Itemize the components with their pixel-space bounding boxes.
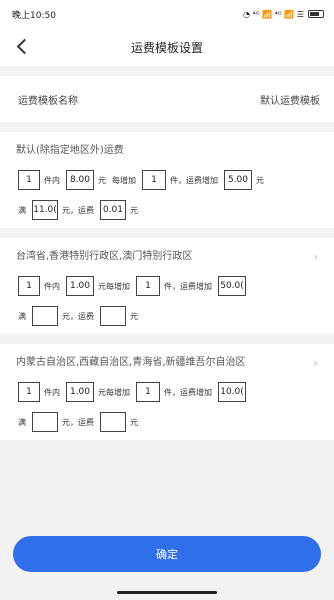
region-header: 默认(除指定地区外)运费	[16, 142, 322, 160]
fee-rule-line: 1 件内 1.00 元每增加 1 件，运费增加 50.0(	[16, 276, 322, 296]
yuan-label: 元	[98, 175, 106, 185]
fee-rule-line: 1 件内 1.00 元每增加 1 件，运费增加 10.0(	[16, 382, 322, 402]
add-qty-input[interactable]: 1	[142, 170, 166, 190]
confirm-bar: 确定	[0, 536, 334, 572]
status-icons: ◔ ⁴ᴳ 📶 ⁴ᴳ 📶 ☰	[243, 10, 324, 19]
free-rule-line: 满 元，运费 元	[16, 306, 322, 326]
free-rule-line: 满 元，运费 元	[16, 412, 322, 432]
first-qty-input[interactable]: 1	[18, 382, 40, 402]
yuan-label: 元	[130, 311, 138, 321]
region-title: 内蒙古自治区,西藏自治区,青海省,新疆维吾尔自治区	[16, 357, 246, 368]
threshold-input[interactable]: 11.0(	[32, 200, 58, 220]
piece-fee-add-label: 件，运费增加	[164, 281, 212, 291]
each-add-label: 元每增加	[98, 281, 130, 291]
each-add-label: 每增加	[112, 175, 136, 185]
nav-bar: 运费模板设置	[0, 28, 334, 66]
reduced-fee-input[interactable]	[100, 306, 126, 326]
add-qty-input[interactable]: 1	[136, 276, 160, 296]
signal-icons: ◔ ⁴ᴳ 📶 ⁴ᴳ 📶 ☰	[242, 9, 304, 19]
region-card[interactable]: 台湾省,香港特别行政区,澳门特别行政区 › 1 件内 1.00 元每增加 1 件…	[0, 238, 334, 334]
chevron-right-icon[interactable]: ›	[313, 354, 318, 372]
status-time: 晚上10:50	[12, 10, 56, 21]
region-header[interactable]: 台湾省,香港特别行政区,澳门特别行政区 ›	[16, 248, 322, 266]
chevron-right-icon[interactable]: ›	[313, 248, 318, 266]
template-name-value: 默认运费模板	[260, 95, 320, 107]
battery-icon	[308, 10, 324, 18]
region-card[interactable]: 内蒙古自治区,西藏自治区,青海省,新疆维吾尔自治区 › 1 件内 1.00 元每…	[0, 344, 334, 440]
threshold-input[interactable]	[32, 306, 58, 326]
status-bar: 晚上10:50 ◔ ⁴ᴳ 📶 ⁴ᴳ 📶 ☰	[0, 0, 334, 28]
pieces-within-label: 件内	[44, 175, 60, 185]
full-label: 满	[18, 417, 26, 427]
reduced-fee-input[interactable]	[100, 412, 126, 432]
free-rule-line: 满 11.0( 元，运费 0.01 元	[16, 200, 322, 220]
full-label: 满	[18, 205, 26, 215]
first-qty-input[interactable]: 1	[18, 170, 40, 190]
add-fee-input[interactable]: 5.00	[224, 170, 252, 190]
yuan-label: 元	[256, 175, 264, 185]
template-name-row[interactable]: 运费模板名称 默认运费模板	[0, 76, 334, 122]
add-fee-input[interactable]: 50.0(	[218, 276, 246, 296]
template-name-label: 运费模板名称	[18, 95, 78, 107]
add-fee-input[interactable]: 10.0(	[218, 382, 246, 402]
confirm-button[interactable]: 确定	[13, 536, 321, 572]
fee-rule-line: 1 件内 8.00 元 每增加 1 件，运费增加 5.00 元	[16, 170, 322, 190]
region-card: 默认(除指定地区外)运费 1 件内 8.00 元 每增加 1 件，运费增加 5.…	[0, 132, 334, 228]
first-fee-input[interactable]: 8.00	[66, 170, 94, 190]
home-indicator[interactable]	[117, 591, 217, 594]
yuan-label: 元	[130, 205, 138, 215]
page-title: 运费模板设置	[130, 40, 203, 55]
piece-fee-add-label: 件，运费增加	[170, 175, 218, 185]
first-fee-input[interactable]: 1.00	[66, 382, 94, 402]
full-label: 满	[18, 311, 26, 321]
pieces-within-label: 件内	[44, 281, 60, 291]
first-fee-input[interactable]: 1.00	[66, 276, 94, 296]
yuan-fee-label: 元，运费	[62, 417, 94, 427]
piece-fee-add-label: 件，运费增加	[164, 387, 212, 397]
region-title: 默认(除指定地区外)运费	[16, 145, 124, 156]
each-add-label: 元每增加	[98, 387, 130, 397]
back-icon[interactable]	[10, 34, 34, 58]
region-title: 台湾省,香港特别行政区,澳门特别行政区	[16, 251, 193, 262]
yuan-label: 元	[130, 417, 138, 427]
region-header[interactable]: 内蒙古自治区,西藏自治区,青海省,新疆维吾尔自治区 ›	[16, 354, 322, 372]
threshold-input[interactable]	[32, 412, 58, 432]
first-qty-input[interactable]: 1	[18, 276, 40, 296]
yuan-fee-label: 元，运费	[62, 311, 94, 321]
reduced-fee-input[interactable]: 0.01	[100, 200, 126, 220]
yuan-fee-label: 元，运费	[62, 205, 94, 215]
add-qty-input[interactable]: 1	[136, 382, 160, 402]
pieces-within-label: 件内	[44, 387, 60, 397]
